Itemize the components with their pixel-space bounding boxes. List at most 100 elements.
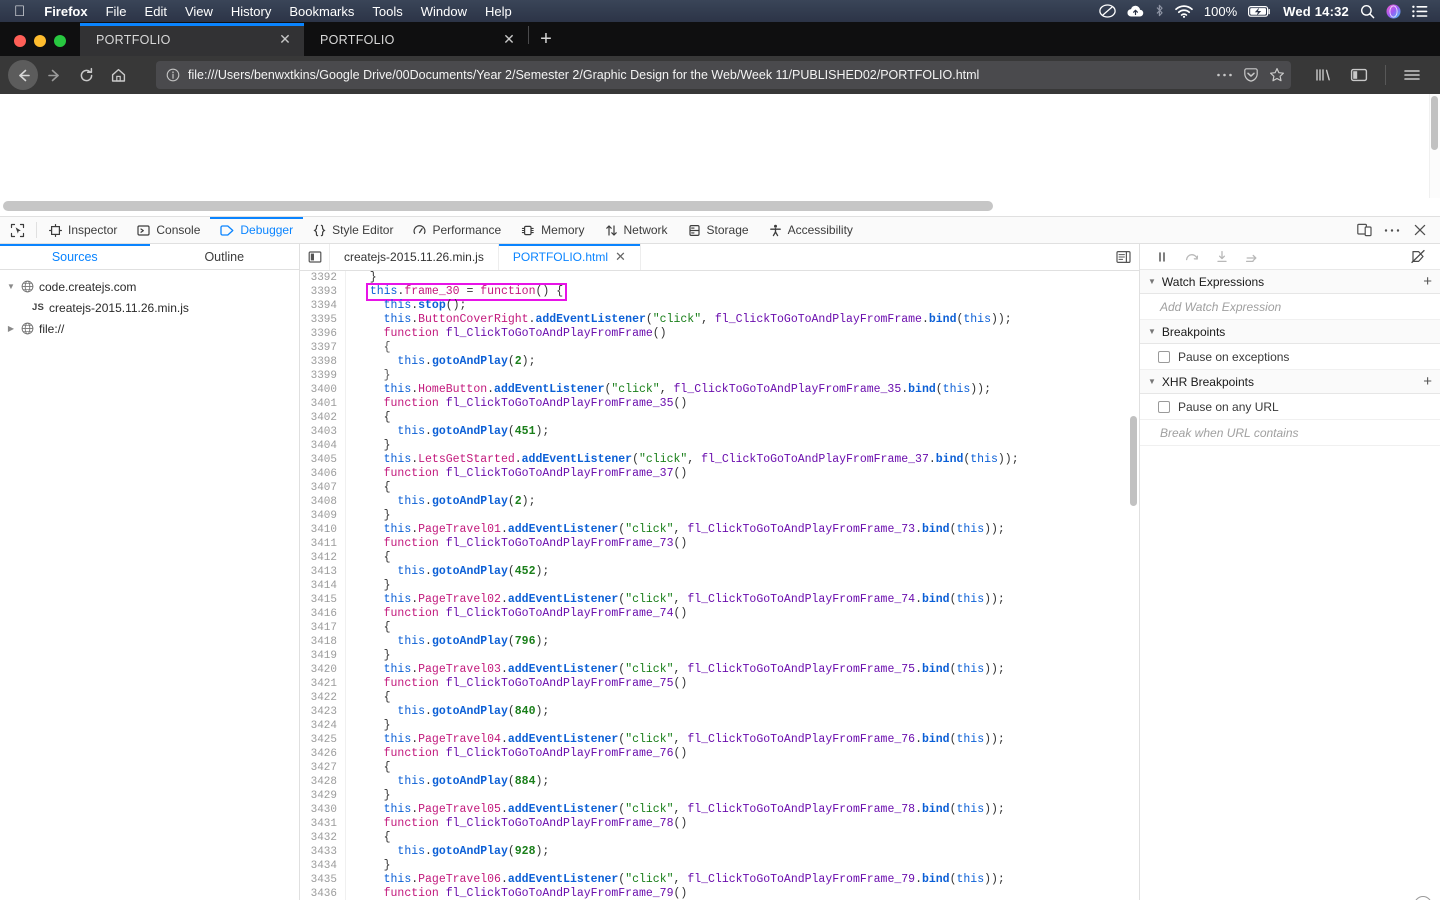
code-line[interactable]: 3406 function fl_ClickToGoToAndPlayFromF…: [300, 467, 1128, 481]
code-line-text[interactable]: this.frame_30 = function() {: [346, 283, 568, 301]
code-vertical-scrollbar[interactable]: [1128, 271, 1139, 900]
chevron-down-icon[interactable]: ▼: [1148, 277, 1156, 286]
code-line[interactable]: 3435 this.PageTravel06.addEventListener(…: [300, 873, 1128, 887]
line-number[interactable]: 3413: [300, 565, 346, 579]
code-line-text[interactable]: function fl_ClickToGoToAndPlayFromFrame_…: [346, 817, 688, 831]
section-xhr-breakpoints[interactable]: ▼ XHR Breakpoints +: [1140, 370, 1440, 394]
code-line-text[interactable]: }: [346, 271, 377, 285]
tree-node-createjs-min-js[interactable]: JS createjs-2015.11.26.min.js: [0, 297, 299, 318]
code-line-text[interactable]: function fl_ClickToGoToAndPlayFromFrame_…: [346, 887, 688, 900]
menu-item-view[interactable]: View: [176, 4, 222, 19]
close-icon[interactable]: [1408, 218, 1432, 242]
code-line[interactable]: 3434 }: [300, 859, 1128, 873]
code-line[interactable]: 3428 this.gotoAndPlay(884);: [300, 775, 1128, 789]
page-horizontal-scrollbar-thumb[interactable]: [3, 201, 993, 211]
spotlight-search-icon[interactable]: [1360, 4, 1375, 19]
code-line[interactable]: 3426 function fl_ClickToGoToAndPlayFromF…: [300, 747, 1128, 761]
code-line-text[interactable]: this.HomeButton.addEventListener("click"…: [346, 383, 991, 397]
line-number[interactable]: 3406: [300, 467, 346, 481]
add-watch-expression-input[interactable]: Add Watch Expression: [1140, 294, 1440, 320]
line-number[interactable]: 3393: [300, 285, 346, 299]
code-line[interactable]: 3407 {: [300, 481, 1128, 495]
skip-pausing-button[interactable]: [1404, 246, 1432, 268]
code-line[interactable]: 3398 this.gotoAndPlay(2);: [300, 355, 1128, 369]
tab-memory[interactable]: Memory: [511, 217, 594, 243]
responsive-design-mode-icon[interactable]: [1352, 218, 1376, 242]
code-line[interactable]: 3397 {: [300, 341, 1128, 355]
code-line[interactable]: 3393 this.frame_30 = function() {: [300, 283, 1128, 301]
line-number[interactable]: 3419: [300, 649, 346, 663]
code-line-text[interactable]: function fl_ClickToGoToAndPlayFromFrame_…: [346, 467, 688, 481]
code-line[interactable]: 3421 function fl_ClickToGoToAndPlayFromF…: [300, 677, 1128, 691]
line-number[interactable]: 3424: [300, 719, 346, 733]
step-in-button[interactable]: [1208, 246, 1236, 268]
code-line[interactable]: 3400 this.HomeButton.addEventListener("c…: [300, 383, 1128, 397]
section-watch-expressions[interactable]: ▼ Watch Expressions +: [1140, 270, 1440, 294]
forward-arrow-icon[interactable]: [38, 59, 70, 91]
code-line-text[interactable]: this.PageTravel04.addEventListener("clic…: [346, 733, 1005, 747]
new-tab-button[interactable]: +: [529, 23, 563, 56]
line-number[interactable]: 3412: [300, 551, 346, 565]
page-vertical-scrollbar[interactable]: [1429, 94, 1440, 198]
page-horizontal-scrollbar[interactable]: [0, 198, 1440, 216]
line-number[interactable]: 3410: [300, 523, 346, 537]
line-number[interactable]: 3436: [300, 887, 346, 900]
code-line-text[interactable]: {: [346, 691, 391, 705]
tab-network[interactable]: Network: [595, 217, 678, 243]
code-line[interactable]: 3402 {: [300, 411, 1128, 425]
code-line-text[interactable]: this.PageTravel06.addEventListener("clic…: [346, 873, 1005, 887]
bluetooth-icon[interactable]: [1155, 4, 1164, 18]
add-watch-expression-button[interactable]: +: [1423, 273, 1432, 290]
code-line-text[interactable]: }: [346, 439, 391, 453]
line-number[interactable]: 3399: [300, 369, 346, 383]
code-editor[interactable]: 3392 } 3393 this.frame_30 = function() {3…: [300, 271, 1139, 900]
code-line[interactable]: 3399 }: [300, 369, 1128, 383]
code-line-text[interactable]: function fl_ClickToGoToAndPlayFromFrame_…: [346, 537, 688, 551]
code-line-text[interactable]: {: [346, 551, 391, 565]
code-line[interactable]: 3423 this.gotoAndPlay(840);: [300, 705, 1128, 719]
tab-outline[interactable]: Outline: [150, 244, 300, 269]
line-number[interactable]: 3401: [300, 397, 346, 411]
code-line[interactable]: 3433 this.gotoAndPlay(928);: [300, 845, 1128, 859]
wifi-icon[interactable]: [1175, 4, 1193, 18]
tab-list-icon[interactable]: [300, 244, 330, 270]
line-number[interactable]: 3402: [300, 411, 346, 425]
line-number[interactable]: 3415: [300, 593, 346, 607]
code-line-text[interactable]: {: [346, 411, 391, 425]
browser-tab-2[interactable]: PORTFOLIO ✕: [304, 23, 528, 56]
code-line[interactable]: 3412 {: [300, 551, 1128, 565]
code-line-text[interactable]: this.ButtonCoverRight.addEventListener("…: [346, 313, 1012, 327]
step-over-button[interactable]: [1178, 246, 1206, 268]
code-line-text[interactable]: this.gotoAndPlay(796);: [346, 635, 549, 649]
window-close-button[interactable]: [14, 35, 26, 47]
code-line[interactable]: 3430 this.PageTravel05.addEventListener(…: [300, 803, 1128, 817]
code-vertical-scrollbar-thumb[interactable]: [1130, 416, 1137, 506]
menu-item-file[interactable]: File: [97, 4, 136, 19]
tab-accessibility[interactable]: Accessibility: [759, 217, 863, 243]
window-zoom-button[interactable]: [54, 35, 66, 47]
back-arrow-icon[interactable]: [8, 60, 38, 90]
creative-cloud-icon[interactable]: [1099, 4, 1116, 18]
code-line-text[interactable]: function fl_ClickToGoToAndPlayFromFrame_…: [346, 747, 688, 761]
reload-icon[interactable]: [70, 59, 102, 91]
tree-node-code-createjs-com[interactable]: ▼ code.createjs.com: [0, 276, 299, 297]
line-number[interactable]: 3420: [300, 663, 346, 677]
menu-item-help[interactable]: Help: [476, 4, 521, 19]
code-line[interactable]: 3419 }: [300, 649, 1128, 663]
star-icon[interactable]: [1269, 67, 1285, 83]
code-line-text[interactable]: function fl_ClickToGoToAndPlayFromFrame_…: [346, 677, 688, 691]
line-number[interactable]: 3414: [300, 579, 346, 593]
code-line[interactable]: 3432 {: [300, 831, 1128, 845]
tab-console[interactable]: Console: [127, 217, 210, 243]
editor-tab-portfolio-html[interactable]: PORTFOLIO.html ✕: [498, 244, 641, 270]
menu-item-window[interactable]: Window: [412, 4, 476, 19]
code-line-text[interactable]: this.PageTravel05.addEventListener("clic…: [346, 803, 1005, 817]
tab-storage[interactable]: Storage: [678, 217, 759, 243]
code-line-text[interactable]: this.gotoAndPlay(452);: [346, 565, 549, 579]
line-number[interactable]: 3418: [300, 635, 346, 649]
code-line-text[interactable]: {: [346, 831, 391, 845]
code-line[interactable]: 3415 this.PageTravel02.addEventListener(…: [300, 593, 1128, 607]
siri-icon[interactable]: [1386, 4, 1401, 19]
code-line-text[interactable]: {: [346, 481, 391, 495]
chevron-right-icon[interactable]: ▶: [6, 324, 16, 333]
